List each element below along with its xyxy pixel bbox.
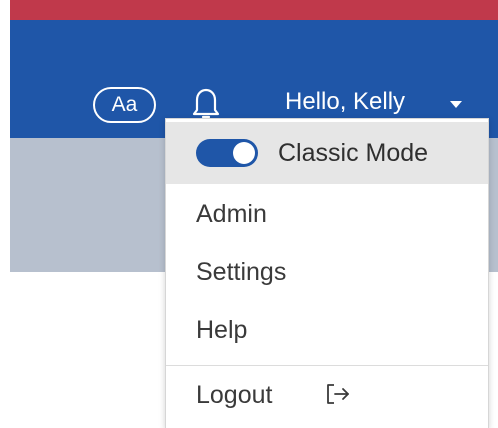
logout-icon [327, 384, 349, 404]
toggle-knob [233, 142, 255, 164]
font-size-button[interactable]: Aa [93, 87, 156, 123]
chevron-down-icon[interactable] [450, 101, 462, 108]
top-accent-stripe [10, 0, 498, 20]
classic-mode-toggle-item[interactable]: Classic Mode [166, 122, 488, 184]
app-page: Aa Hello, Kelly Classic Mode Admin Setti… [0, 0, 498, 428]
menu-item-help-label: Help [196, 316, 248, 344]
classic-mode-label: Classic Mode [278, 139, 429, 167]
menu-item-settings[interactable]: Settings [166, 243, 488, 301]
menu-item-settings-label: Settings [196, 258, 287, 286]
menu-item-admin-label: Admin [196, 200, 267, 228]
logout-label: Logout [196, 381, 273, 409]
user-dropdown-menu: Classic Mode Admin Settings Help Logout [165, 118, 489, 428]
bell-icon[interactable] [191, 86, 221, 120]
user-menu-button[interactable]: Hello, Kelly [285, 86, 405, 118]
menu-item-help[interactable]: Help [166, 301, 488, 359]
menu-item-admin[interactable]: Admin [166, 185, 488, 243]
logout-menu-item[interactable]: Logout [166, 371, 488, 428]
menu-divider [166, 365, 488, 366]
classic-mode-toggle[interactable] [196, 139, 258, 167]
